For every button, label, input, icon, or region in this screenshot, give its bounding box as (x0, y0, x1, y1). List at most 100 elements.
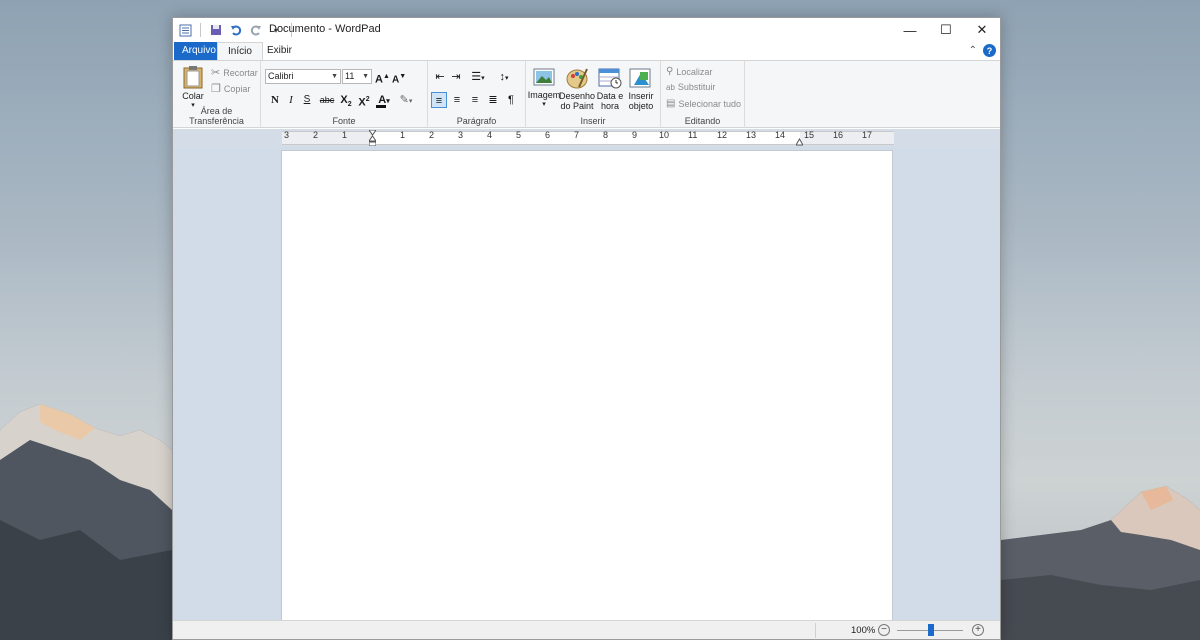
object-label-line1: Inserir (628, 91, 654, 101)
ruler-number: 9 (632, 130, 638, 140)
object-icon (629, 68, 651, 88)
binoculars-icon: ⚲ (666, 66, 674, 77)
ruler-number: 1 (342, 130, 348, 140)
ruler-number: 4 (487, 130, 493, 140)
font-color-icon[interactable]: A▾ (375, 92, 393, 108)
ruler-number: 14 (775, 130, 786, 140)
ruler-number: 10 (659, 130, 670, 140)
grow-font-icon[interactable]: A▲ (375, 69, 390, 86)
ruler-right-margin (800, 131, 894, 145)
insert-image-button[interactable]: Imagem ▾ (527, 67, 561, 110)
collapse-ribbon-icon[interactable]: ⌃ (969, 45, 977, 56)
ruler-number: 15 (804, 130, 815, 140)
ribbon: Colar ▾ ✂ Recortar ❐ Copiar Área de Tran… (173, 60, 1000, 128)
bold-button[interactable]: N (268, 92, 282, 108)
window-controls: — ☐ ✕ (892, 18, 1000, 42)
document-page[interactable] (281, 150, 893, 621)
font-group-label: Fonte (332, 116, 356, 126)
paste-label: Colar (182, 91, 204, 101)
minimize-button[interactable]: — (892, 18, 928, 42)
status-bar: 100% − + (173, 620, 1000, 639)
chevron-down-icon: ▼ (362, 73, 369, 80)
app-menu-icon[interactable] (177, 22, 193, 38)
clipboard-group-label: Área de Transferência (189, 106, 244, 126)
find-button[interactable]: ⚲ Localizar (666, 66, 712, 77)
scissors-icon: ✂ (211, 67, 221, 79)
chevron-down-icon: ▼ (331, 73, 338, 80)
copy-button[interactable]: ❐ Copiar (211, 82, 250, 95)
zoom-in-button[interactable]: + (972, 624, 984, 636)
decrease-indent-icon[interactable]: ⇤ (433, 69, 447, 85)
line-spacing-icon[interactable]: ↕▾ (494, 69, 514, 85)
right-indent-marker[interactable] (795, 137, 804, 146)
align-left-icon[interactable]: ≡ (431, 92, 447, 108)
undo-icon[interactable] (228, 22, 244, 38)
paragraph-group-label: Parágrafo (456, 116, 497, 126)
close-button[interactable]: ✕ (964, 18, 1000, 42)
shrink-font-icon[interactable]: A▼ (392, 69, 406, 85)
font-family-select[interactable]: Calibri ▼ (265, 69, 341, 84)
save-icon[interactable] (208, 22, 224, 38)
wordpad-window: ▾ Documento - WordPad — ☐ ✕ Arquivo Iníc… (172, 17, 1001, 640)
font-size-value: 11 (345, 71, 355, 81)
help-icon[interactable]: ? (983, 44, 996, 57)
date-time-button[interactable]: Data e hora (595, 67, 625, 111)
paste-button[interactable]: Colar ▾ (179, 65, 207, 111)
ruler-number: 16 (833, 130, 844, 140)
paint-palette-icon (566, 68, 588, 89)
bullets-icon[interactable]: ☰▾ (468, 69, 488, 85)
cut-button[interactable]: ✂ Recortar (211, 66, 258, 79)
replace-button[interactable]: ab Substituir (666, 82, 715, 92)
ruler[interactable]: 3 2 1 1 2 3 4 5 6 7 8 9 10 11 12 13 14 1… (173, 129, 1000, 147)
ruler-left-margin (282, 131, 372, 145)
title-bar: ▾ Documento - WordPad — ☐ ✕ (173, 18, 1000, 42)
ribbon-right-controls: ⌃ ? (969, 44, 996, 57)
font-size-select[interactable]: 11 ▼ (342, 69, 372, 84)
cut-label: Recortar (223, 67, 258, 78)
select-all-button[interactable]: ▤ Selecionar tudo (666, 98, 741, 109)
replace-label: Substituir (677, 82, 716, 92)
insert-group-label: Inserir (580, 116, 606, 126)
italic-button[interactable]: I (285, 92, 297, 108)
select-all-label: Selecionar tudo (678, 98, 741, 109)
paint-label-line1: Desenho (558, 91, 596, 101)
superscript-button[interactable]: X2 (357, 92, 371, 109)
calendar-clock-icon (598, 68, 622, 89)
object-label-line2: objeto (628, 101, 654, 111)
redo-icon[interactable] (248, 22, 264, 38)
document-workspace (173, 147, 1000, 621)
underline-button[interactable]: S (301, 92, 313, 108)
tab-exibir[interactable]: Exibir (257, 42, 302, 60)
insert-image-label: Imagem (527, 90, 561, 100)
font-family-value: Calibri (268, 71, 294, 81)
ruler-number: 12 (717, 130, 728, 140)
align-center-icon[interactable]: ≡ (449, 92, 465, 108)
ruler-number: 2 (313, 130, 319, 140)
highlight-icon[interactable]: ✎▾ (397, 92, 415, 108)
paragraph-settings-icon[interactable]: ¶ (503, 92, 519, 108)
paste-icon (183, 66, 203, 89)
replace-icon: ab (666, 82, 675, 92)
insert-object-button[interactable]: Inserir objeto (626, 67, 656, 111)
subscript-button[interactable]: X2 (339, 92, 353, 108)
ruler-text-area (372, 131, 800, 145)
increase-indent-icon[interactable]: ⇥ (449, 69, 463, 85)
group-paragraph: ⇤ ⇥ ☰▾ ↕▾ ≡ ≡ ≡ ≣ ¶ Parágrafo (428, 61, 526, 128)
maximize-button[interactable]: ☐ (928, 18, 964, 42)
paint-drawing-button[interactable]: Desenho do Paint (558, 67, 596, 111)
qat-separator (200, 23, 201, 37)
ribbon-tabs: Arquivo Início Exibir ⌃ ? (173, 42, 1000, 61)
window-title: Documento - WordPad (269, 23, 381, 35)
indent-marker[interactable] (368, 129, 377, 147)
select-all-icon: ▤ (666, 98, 676, 109)
zoom-slider-thumb[interactable] (928, 624, 934, 636)
ruler-number: 6 (545, 130, 551, 140)
chevron-down-icon: ▾ (542, 101, 546, 108)
editing-group-label: Editando (684, 116, 721, 126)
zoom-out-button[interactable]: − (878, 624, 890, 636)
strikethrough-button[interactable]: abc (319, 92, 335, 108)
zoom-level: 100% (851, 625, 876, 636)
justify-icon[interactable]: ≣ (485, 92, 501, 108)
group-insert: Imagem ▾ Desenho do Paint Data e hora In… (526, 61, 661, 128)
align-right-icon[interactable]: ≡ (467, 92, 483, 108)
